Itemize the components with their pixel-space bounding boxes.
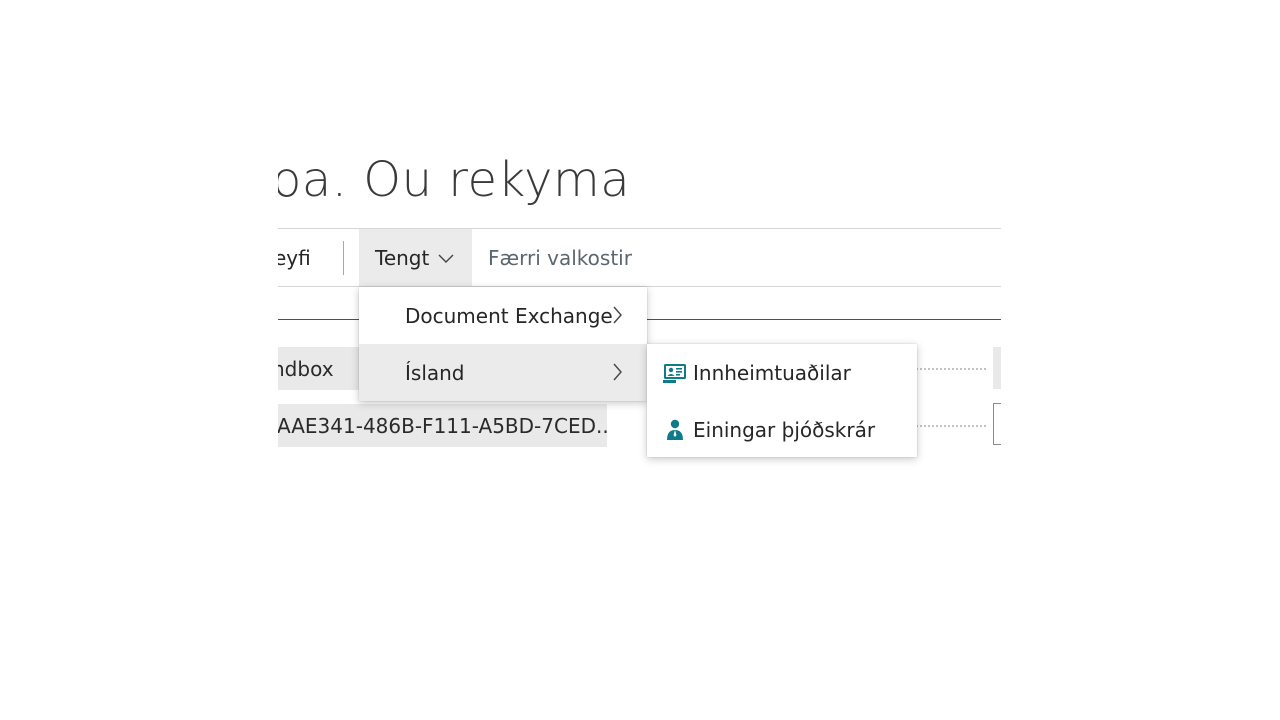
related-dropdown-menu: Document Exchange Ísland	[359, 287, 647, 401]
menu-item-label: Ísland	[405, 360, 465, 385]
field-value-2[interactable]: AAE341-486B-F111-A5BD-7CED...	[278, 404, 607, 447]
person-icon	[663, 418, 687, 442]
action-partial-button[interactable]: eyfi	[278, 229, 311, 286]
page-title: oa. Ou rekyma	[278, 152, 631, 208]
chevron-right-icon	[611, 305, 623, 330]
menu-item-einingar-thjodskrar[interactable]: Einingar þjóðskrár	[647, 401, 917, 458]
chevron-down-icon	[437, 252, 455, 264]
contact-card-icon	[663, 361, 687, 385]
submenu-item-label: Einingar þjóðskrár	[693, 417, 876, 442]
menu-item-document-exchange[interactable]: Document Exchange	[359, 287, 647, 344]
island-submenu: Innheimtuaðilar Einingar þjóðskrár	[647, 344, 917, 457]
related-menu-label: Tengt	[375, 245, 430, 270]
action-partial-label: eyfi	[278, 245, 311, 270]
fewer-options-button[interactable]: Færri valkostir	[488, 229, 632, 286]
related-menu-button[interactable]: Tengt	[359, 229, 472, 286]
field-value-1-text: ndbox	[278, 356, 334, 381]
field-leader-dots-1	[916, 368, 986, 372]
submenu-item-label: Innheimtuaðilar	[693, 360, 851, 385]
field-right-2[interactable]	[993, 403, 1001, 445]
chevron-right-icon	[611, 362, 623, 387]
field-value-1[interactable]: ndbox	[278, 347, 360, 390]
actionbar-separator	[343, 241, 344, 275]
field-leader-dots-2	[916, 425, 986, 429]
menu-item-innheimtuadilar[interactable]: Innheimtuaðilar	[647, 344, 917, 401]
menu-item-island[interactable]: Ísland	[359, 344, 647, 401]
field-value-2-text: AAE341-486B-F111-A5BD-7CED...	[278, 413, 607, 438]
fewer-options-label: Færri valkostir	[488, 245, 632, 270]
menu-item-label: Document Exchange	[405, 303, 613, 328]
field-right-1[interactable]	[993, 347, 1001, 389]
